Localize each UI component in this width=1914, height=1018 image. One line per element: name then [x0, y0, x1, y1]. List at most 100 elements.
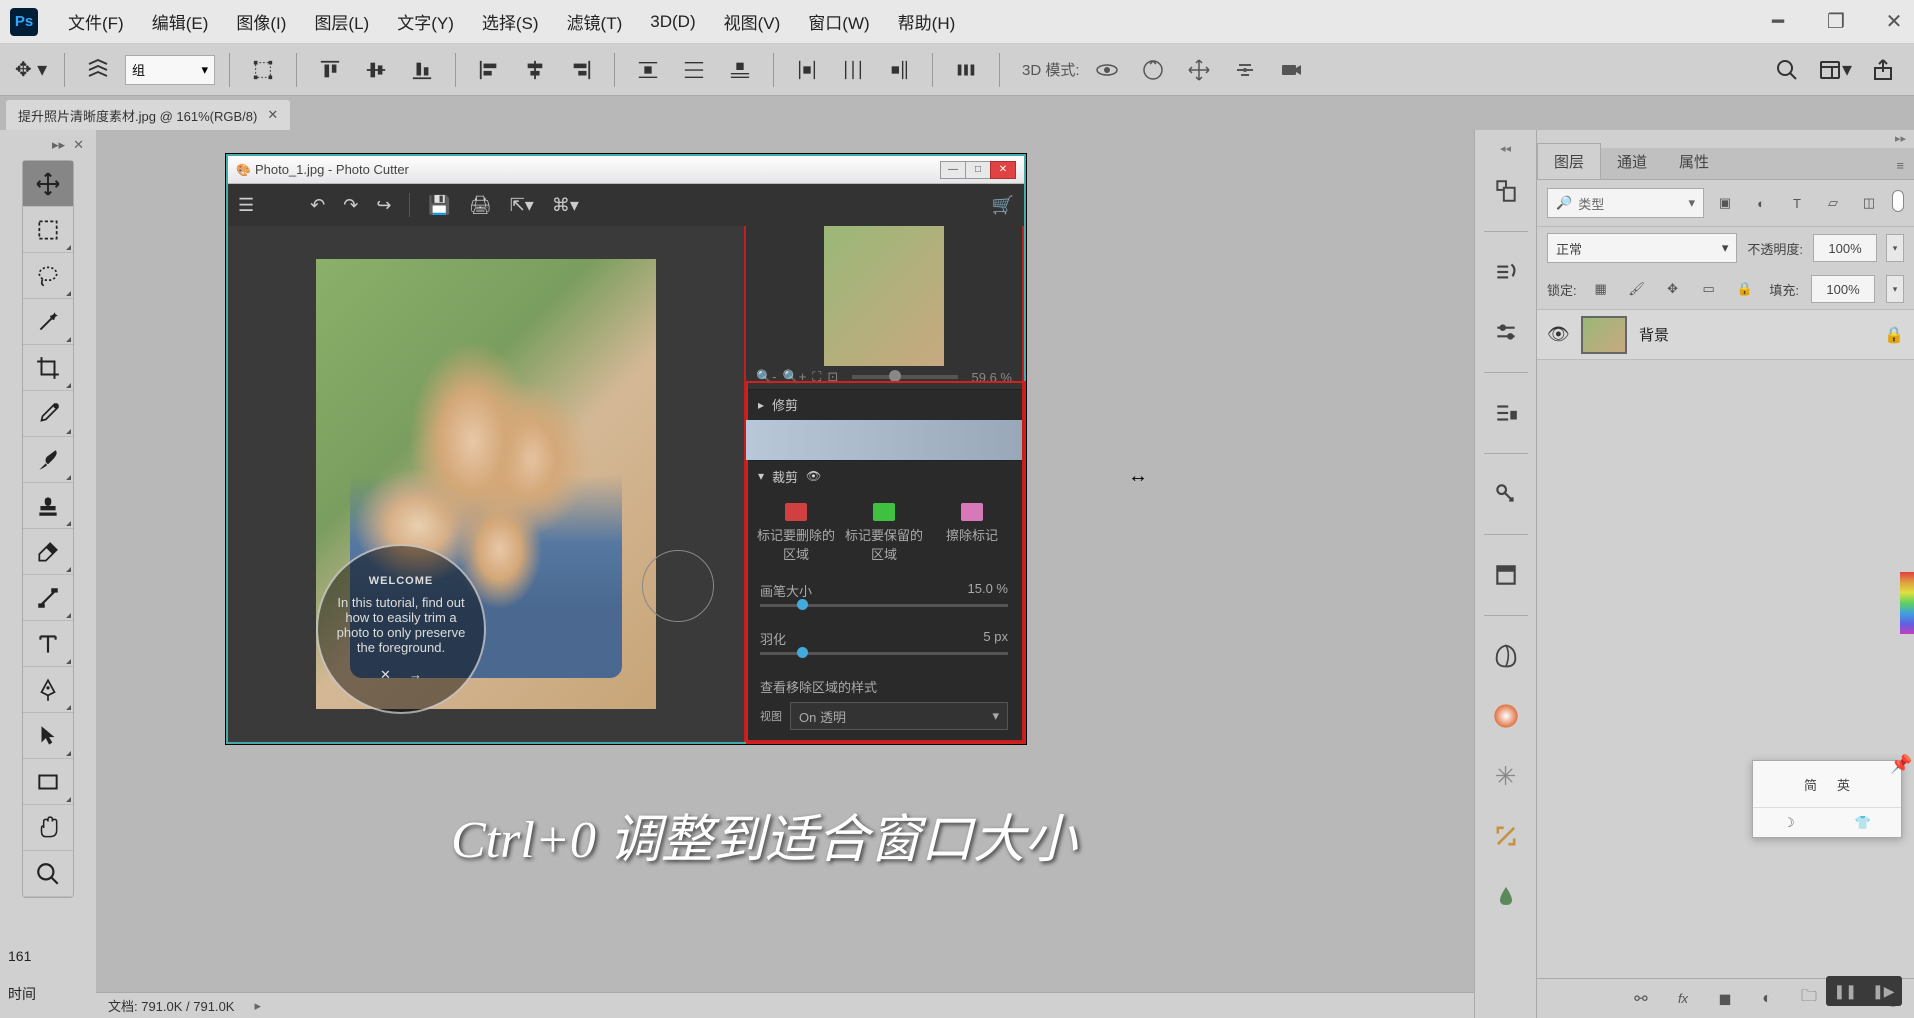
- ime-float-panel[interactable]: 📌 简 英 ☽ 👕: [1752, 760, 1902, 838]
- move-tool-icon[interactable]: ✥ ▾: [12, 51, 50, 89]
- 3d-orbit-icon[interactable]: [1088, 51, 1126, 89]
- measure-icon[interactable]: [1484, 814, 1528, 858]
- distribute-left-icon[interactable]: [788, 51, 826, 89]
- marquee-tool[interactable]: [23, 207, 73, 253]
- pause-icon[interactable]: ❚❚: [1834, 983, 1857, 1000]
- menu-select[interactable]: 选择(S): [482, 9, 539, 34]
- pc-brush-slider[interactable]: [760, 604, 1008, 607]
- lock-position-icon[interactable]: ✥: [1661, 277, 1685, 301]
- align-bottom-icon[interactable]: [403, 51, 441, 89]
- crop-tool[interactable]: [23, 345, 73, 391]
- pc-feather-slider[interactable]: [760, 652, 1008, 655]
- distribute-top-icon[interactable]: [629, 51, 667, 89]
- pc-undo-icon[interactable]: ↶: [310, 195, 325, 216]
- history-panel-icon[interactable]: [1484, 169, 1528, 213]
- layer-thumbnail[interactable]: [1581, 316, 1627, 354]
- next-frame-icon[interactable]: ❚▶: [1872, 983, 1895, 1000]
- auto-select-type[interactable]: 组▾: [125, 55, 215, 85]
- pc-actual-icon[interactable]: ⊡: [827, 369, 838, 385]
- ime-moon-icon[interactable]: ☽: [1783, 815, 1795, 831]
- filter-shape-icon[interactable]: ▱: [1820, 190, 1846, 216]
- menu-edit[interactable]: 编辑(E): [152, 9, 209, 34]
- adjustment-layer-icon[interactable]: ◐: [1756, 988, 1778, 1010]
- layer-group-icon[interactable]: 🗀: [1798, 988, 1820, 1010]
- layer-filter-kind[interactable]: 🔎 类型▾: [1547, 188, 1704, 218]
- tab-layers[interactable]: 图层: [1537, 143, 1601, 179]
- align-top-icon[interactable]: [311, 51, 349, 89]
- pc-redo-icon[interactable]: ↷: [343, 195, 358, 216]
- align-hcenter-icon[interactable]: [516, 51, 554, 89]
- gradient-tool[interactable]: [23, 575, 73, 621]
- pc-minimize-icon[interactable]: —: [940, 161, 966, 179]
- welcome-next-icon[interactable]: →: [409, 667, 422, 683]
- zoom-tool[interactable]: [23, 851, 73, 897]
- tools-collapse[interactable]: ▸▸✕: [6, 136, 90, 154]
- pc-section-crop[interactable]: ▾ 裁剪 👁: [746, 461, 1022, 491]
- pc-zoomout-icon[interactable]: 🔍-: [756, 369, 777, 385]
- 3d-camera-icon[interactable]: [1272, 51, 1310, 89]
- align-left-icon[interactable]: [470, 51, 508, 89]
- path-select-tool[interactable]: [23, 713, 73, 759]
- pc-redo2-icon[interactable]: ↪: [376, 195, 391, 216]
- opacity-value[interactable]: 100%: [1813, 234, 1877, 262]
- pc-save-icon[interactable]: 💾: [428, 195, 450, 216]
- color-wheel-icon[interactable]: [1484, 694, 1528, 738]
- type-tool[interactable]: [23, 621, 73, 667]
- lock-brush-icon[interactable]: 🖌: [1625, 277, 1649, 301]
- pc-mark-keep[interactable]: 标记要保留的区域: [844, 503, 924, 563]
- 3d-pan-icon[interactable]: [1180, 51, 1218, 89]
- pc-view-dropdown[interactable]: On 透明▾: [790, 702, 1008, 730]
- layer-name[interactable]: 背景: [1639, 324, 1872, 345]
- brush-panel-icon[interactable]: [1484, 250, 1528, 294]
- shape-icon[interactable]: [1484, 634, 1528, 678]
- menu-view[interactable]: 视图(V): [724, 9, 781, 34]
- distribute-vcenter-icon[interactable]: [675, 51, 713, 89]
- pc-erase-mark[interactable]: 擦除标记: [932, 503, 1012, 563]
- 3d-roll-icon[interactable]: [1134, 51, 1172, 89]
- opacity-dropdown-icon[interactable]: ▾: [1886, 234, 1904, 262]
- move-tool[interactable]: [23, 161, 73, 207]
- fill-value[interactable]: 100%: [1811, 275, 1875, 303]
- menu-3d[interactable]: 3D(D): [650, 12, 695, 32]
- filter-adjust-icon[interactable]: ◐: [1748, 190, 1774, 216]
- distribute-right-icon[interactable]: [880, 51, 918, 89]
- menu-layer[interactable]: 图层(L): [314, 9, 369, 34]
- stamp-tool[interactable]: [23, 483, 73, 529]
- ime-pin-icon[interactable]: 📌: [1890, 754, 1908, 772]
- layer-lock-icon[interactable]: 🔒: [1884, 325, 1904, 345]
- close-tab-icon[interactable]: ✕: [267, 107, 278, 123]
- 3d-slide-icon[interactable]: [1226, 51, 1264, 89]
- libraries-panel-icon[interactable]: [1484, 553, 1528, 597]
- fill-dropdown-icon[interactable]: ▾: [1886, 275, 1904, 303]
- blend-mode-select[interactable]: 正常▾: [1547, 233, 1737, 263]
- workspace-switcher-icon[interactable]: ▾: [1816, 51, 1854, 89]
- adjustments-panel-icon[interactable]: [1484, 310, 1528, 354]
- panel-menu-icon[interactable]: ≡: [1886, 152, 1914, 179]
- loading-icon[interactable]: ✳: [1484, 754, 1528, 798]
- pc-zoom-slider[interactable]: [852, 375, 957, 379]
- lasso-tool[interactable]: [23, 253, 73, 299]
- eyedropper-tool[interactable]: [23, 391, 73, 437]
- filter-smart-icon[interactable]: ◫: [1856, 190, 1882, 216]
- droplet-icon[interactable]: [1484, 874, 1528, 918]
- menu-filter[interactable]: 滤镜(T): [567, 9, 623, 34]
- menu-file[interactable]: 文件(F): [68, 9, 124, 34]
- auto-select-icon[interactable]: [79, 51, 117, 89]
- clone-panel-icon[interactable]: [1484, 391, 1528, 435]
- maximize-button[interactable]: ❐: [1826, 12, 1846, 32]
- pc-close-icon[interactable]: ✕: [990, 161, 1016, 179]
- hand-tool[interactable]: [23, 805, 73, 851]
- link-layers-icon[interactable]: ⚯: [1630, 988, 1652, 1010]
- pc-print-icon[interactable]: 🖨: [469, 195, 492, 216]
- filter-pixel-icon[interactable]: ▣: [1712, 190, 1738, 216]
- align-vcenter-icon[interactable]: [357, 51, 395, 89]
- layer-row[interactable]: 👁 背景 🔒: [1537, 310, 1914, 360]
- distribute-bottom-icon[interactable]: [721, 51, 759, 89]
- welcome-close-icon[interactable]: ✕: [380, 667, 391, 683]
- lock-pixels-icon[interactable]: ▦: [1589, 277, 1613, 301]
- menu-window[interactable]: 窗口(W): [808, 9, 869, 34]
- strip-collapse-arrow[interactable]: ◂◂: [1475, 138, 1536, 159]
- layer-visibility-icon[interactable]: 👁: [1547, 324, 1569, 346]
- ime-option-simplified[interactable]: 简: [1804, 775, 1817, 794]
- align-right-icon[interactable]: [562, 51, 600, 89]
